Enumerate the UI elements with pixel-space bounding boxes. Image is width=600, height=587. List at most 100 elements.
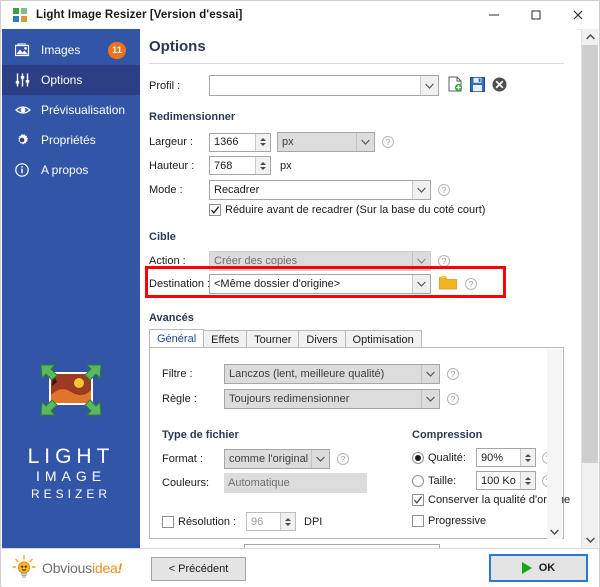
- reduce-before-crop-checkbox[interactable]: [209, 204, 221, 216]
- rule-row: Règle : Toujours redimensionner ?: [162, 389, 459, 409]
- sidebar-item-preview[interactable]: Prévisualisation: [2, 95, 140, 125]
- ok-button[interactable]: OK: [489, 554, 588, 582]
- brand-block: LIGHT IMAGE RESIZER: [2, 359, 140, 503]
- resolution-stepper[interactable]: 96: [246, 512, 296, 531]
- height-label: Hauteur :: [149, 159, 195, 172]
- scroll-down-icon[interactable]: [582, 532, 598, 548]
- keep-quality-checkbox[interactable]: [412, 494, 424, 506]
- options-content-pane: Options Profil : Redimensionner Largeur …: [140, 29, 577, 548]
- chevron-down-icon[interactable]: [412, 181, 430, 199]
- obviousidea-text-right: idea: [91, 560, 118, 576]
- rule-combo[interactable]: Toujours redimensionner: [224, 389, 440, 409]
- rule-value: Toujours redimensionner: [229, 393, 350, 405]
- format-combo[interactable]: comme l'original: [224, 449, 330, 469]
- advanced-tabstrip: Général Effets Tourner Divers Optimisati…: [149, 329, 564, 348]
- light-image-resizer-icon: [13, 7, 28, 23]
- obviousidea-logo[interactable]: Obviousidea!: [2, 548, 141, 587]
- sidebar: Images 11 Options Prévisualisation Propr…: [2, 29, 140, 548]
- size-stepper[interactable]: 100 Ko: [476, 471, 536, 490]
- width-label: Largeur :: [149, 136, 194, 148]
- back-button[interactable]: < Précédent: [151, 557, 246, 581]
- size-spinner-icon[interactable]: [520, 472, 535, 489]
- delete-circle-icon[interactable]: [492, 77, 507, 95]
- ok-button-label: OK: [538, 562, 556, 574]
- chevron-down-icon[interactable]: [421, 390, 439, 408]
- filter-combo[interactable]: Lanczos (lent, meilleure qualité): [224, 364, 440, 384]
- info-icon: [15, 163, 35, 177]
- reduce-before-crop-row[interactable]: Réduire avant de recadrer (Sur la base d…: [209, 204, 485, 216]
- quality-stepper[interactable]: 90%: [476, 448, 536, 467]
- filetype-heading: Type de fichier: [162, 429, 239, 441]
- rule-help-icon[interactable]: ?: [447, 393, 459, 405]
- resolution-spinner-icon[interactable]: [280, 513, 295, 530]
- colors-row: Couleurs: Automatique: [162, 473, 367, 493]
- sidebar-item-label: Images: [41, 43, 81, 57]
- tab-optimisation[interactable]: Optimisation: [344, 330, 422, 348]
- width-stepper[interactable]: 1366: [209, 132, 271, 152]
- chevron-down-icon[interactable]: [421, 365, 439, 383]
- sidebar-item-images[interactable]: Images 11: [2, 35, 140, 65]
- scroll-up-icon[interactable]: [582, 29, 598, 45]
- tab-general[interactable]: Général: [149, 329, 205, 348]
- sliders-icon: [15, 73, 35, 87]
- quality-row[interactable]: Qualité: 90% ?: [412, 448, 554, 467]
- sidebar-item-label: A propos: [41, 163, 89, 177]
- tab-tourner[interactable]: Tourner: [246, 330, 300, 348]
- resolution-row: Résolution : 96 DPI: [162, 512, 322, 531]
- filter-help-icon[interactable]: ?: [447, 368, 459, 380]
- chevron-down-icon[interactable]: [356, 133, 374, 151]
- progressive-checkbox[interactable]: [412, 515, 424, 527]
- resize-arrows-photo-icon: [35, 359, 107, 421]
- quality-radio[interactable]: [412, 451, 424, 464]
- brand-line-3: RESIZER: [30, 487, 111, 501]
- mode-help-icon[interactable]: ?: [438, 184, 450, 196]
- main-vertical-scrollbar[interactable]: [581, 29, 598, 548]
- chevron-down-icon[interactable]: [311, 450, 329, 468]
- bottom-bar: < Précédent OK: [140, 548, 599, 587]
- resize-section-heading: Redimensionner: [149, 111, 236, 123]
- width-spinner-icon[interactable]: [255, 133, 270, 151]
- chevron-down-icon[interactable]: [420, 76, 438, 95]
- resolution-checkbox[interactable]: [162, 515, 174, 528]
- sidebar-item-properties[interactable]: Propriétés: [2, 125, 140, 155]
- brand-line-1: LIGHT: [27, 445, 115, 468]
- mode-row: Mode : Recadrer ?: [149, 180, 450, 200]
- size-radio[interactable]: [412, 474, 424, 487]
- tab-effets[interactable]: Effets: [203, 330, 248, 348]
- width-value: 1366: [214, 136, 239, 148]
- height-spinner-icon[interactable]: [255, 157, 270, 174]
- close-button[interactable]: [557, 1, 599, 29]
- sidebar-item-about[interactable]: A propos: [2, 155, 140, 185]
- reduce-before-crop-label: Réduire avant de recadrer (Sur la base d…: [225, 204, 486, 216]
- mode-combo[interactable]: Recadrer: [209, 180, 431, 200]
- width-unit-value: px: [282, 136, 294, 148]
- page-title: Options: [149, 38, 206, 55]
- size-row[interactable]: Taille: 100 Ko ?: [412, 471, 554, 490]
- width-unit-combo[interactable]: px: [277, 132, 375, 152]
- tab-panel-scrollbar[interactable]: [547, 349, 562, 539]
- maximize-button[interactable]: [515, 1, 557, 29]
- mode-value: Recadrer: [214, 184, 260, 196]
- quality-value: 90%: [481, 451, 504, 464]
- mode-label: Mode :: [149, 184, 183, 196]
- quality-label: Qualité:: [428, 451, 466, 464]
- width-help-icon[interactable]: ?: [382, 136, 394, 148]
- height-stepper[interactable]: 768: [209, 156, 271, 175]
- size-value: 100 Ko: [481, 474, 516, 487]
- minimize-button[interactable]: [473, 1, 515, 29]
- new-document-icon[interactable]: [448, 76, 463, 95]
- profile-combo[interactable]: [209, 75, 439, 96]
- quality-spinner-icon[interactable]: [520, 449, 535, 466]
- progressive-row[interactable]: Progressive: [412, 515, 486, 527]
- title-bar: Light Image Resizer [Version d'essai]: [1, 1, 599, 30]
- scroll-down-icon[interactable]: [547, 524, 562, 539]
- images-icon: [15, 43, 35, 57]
- sidebar-item-options[interactable]: Options: [2, 65, 140, 95]
- scrollbar-thumb[interactable]: [582, 45, 598, 463]
- tab-divers[interactable]: Divers: [298, 330, 346, 348]
- brand-text: LIGHT IMAGE RESIZER: [2, 445, 140, 503]
- format-help-icon[interactable]: ?: [337, 453, 349, 465]
- sidebar-item-label: Propriétés: [41, 133, 96, 147]
- floppy-save-icon[interactable]: [470, 76, 485, 95]
- filter-value: Lanczos (lent, meilleure qualité): [229, 368, 385, 380]
